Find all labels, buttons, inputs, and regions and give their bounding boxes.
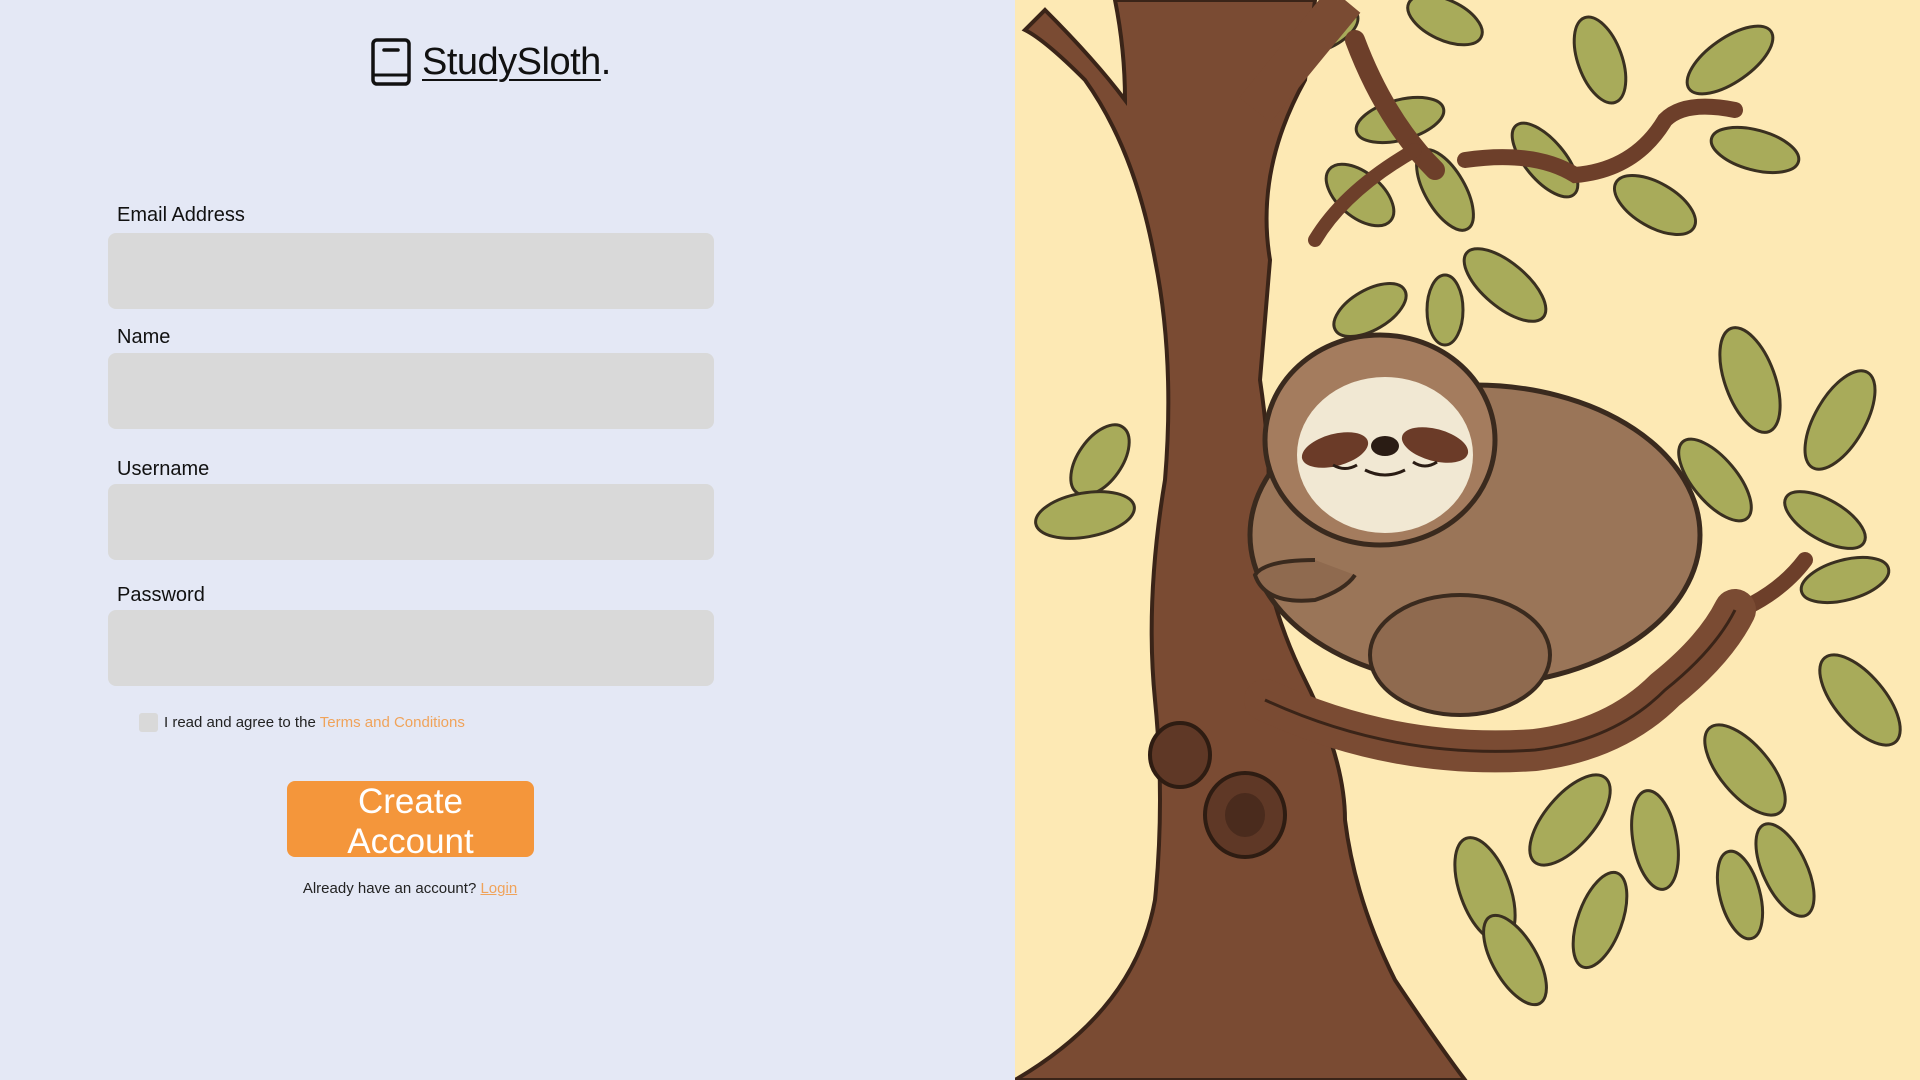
login-link[interactable]: Login (480, 880, 517, 897)
sloth-on-tree-illustration (1015, 0, 1920, 1080)
email-field[interactable] (108, 233, 714, 309)
username-label: Username (117, 458, 210, 480)
login-prompt-row: Already have an account? Login (0, 880, 820, 897)
terms-text: I read and agree to the (164, 714, 316, 731)
username-field[interactable] (108, 484, 714, 560)
login-prompt-text: Already have an account? (302, 880, 477, 897)
name-field[interactable] (108, 353, 714, 429)
password-label: Password (117, 584, 205, 606)
email-label: Email Address (117, 204, 245, 226)
brand-dot: . (600, 40, 612, 83)
book-icon (371, 38, 411, 86)
brand-logo[interactable]: StudySloth . (370, 36, 611, 88)
brand-name: StudySloth (422, 40, 601, 83)
terms-row: I read and agree to the Terms and Condit… (139, 713, 465, 732)
signup-panel: StudySloth . Email Address Name Username… (0, 0, 1015, 1080)
password-field[interactable] (108, 610, 714, 686)
name-label: Name (117, 326, 171, 348)
terms-checkbox[interactable] (139, 713, 158, 732)
terms-link[interactable]: Terms and Conditions (320, 714, 465, 731)
create-account-button[interactable]: Create Account (287, 781, 534, 861)
illustration-panel (1015, 0, 1920, 1080)
